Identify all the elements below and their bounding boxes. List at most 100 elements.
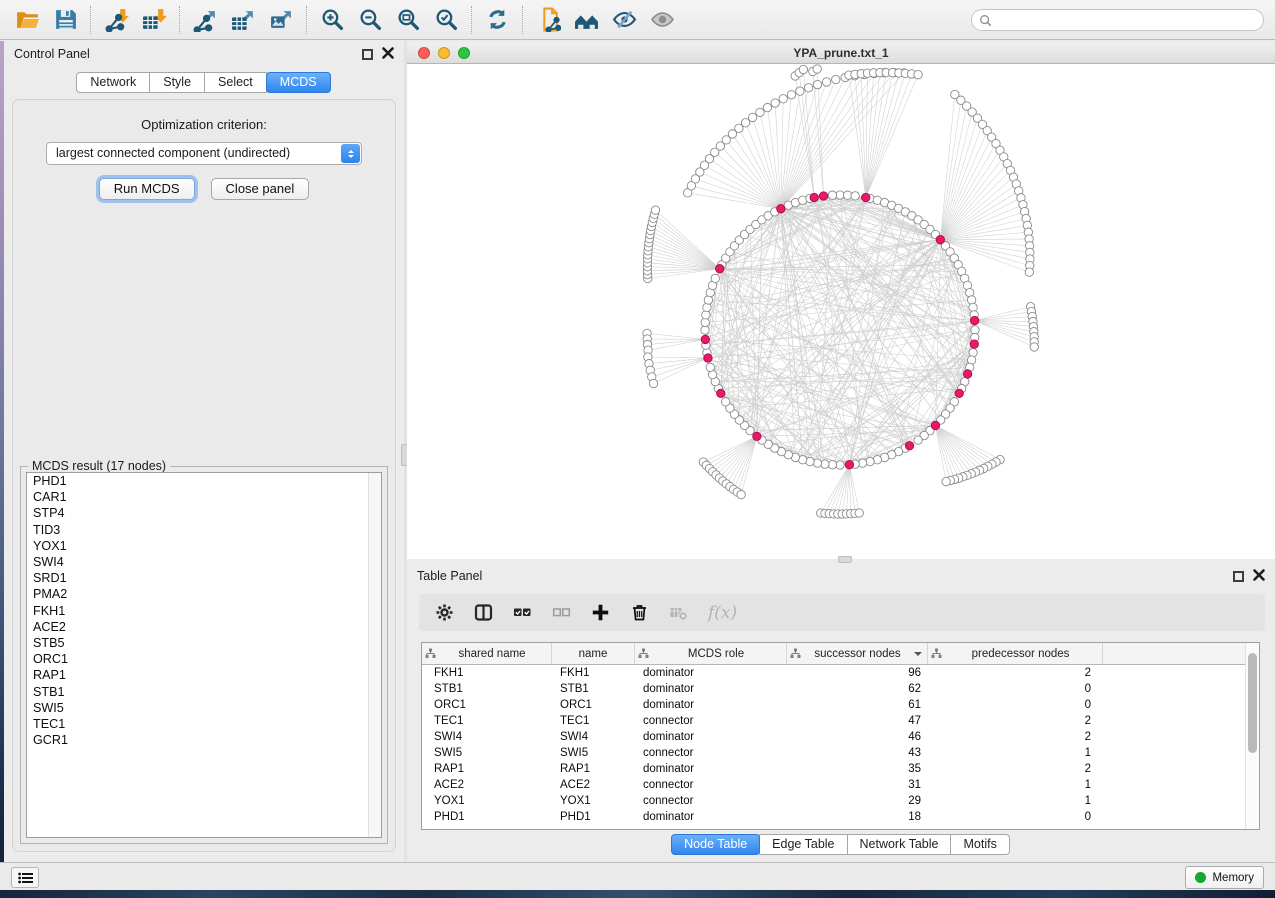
search-icon: [979, 14, 992, 27]
mcds-result-list[interactable]: PHD1CAR1STP4TID3YOX1SWI4SRD1PMA2FKH1ACE2…: [26, 472, 382, 838]
cell-predecessor-nodes: 2: [928, 715, 1103, 727]
tab-mcds[interactable]: MCDS: [266, 72, 331, 93]
deselect-all-button[interactable]: [552, 603, 571, 622]
export-image-button[interactable]: [262, 3, 300, 37]
optimization-criterion-value: largest connected component (undirected): [56, 146, 290, 160]
status-bar: Memory: [0, 862, 1275, 890]
table-row[interactable]: SWI4SWI4dominator462: [422, 729, 1259, 745]
zoom-out-button[interactable]: [351, 3, 389, 37]
node-table[interactable]: shared namenameMCDS rolesuccessor nodesp…: [421, 642, 1260, 830]
close-panel-button[interactable]: Close panel: [211, 178, 310, 200]
deselect-all-icon: [552, 603, 571, 622]
zoom-selected-button[interactable]: [427, 3, 465, 37]
apply-layout-button[interactable]: [478, 3, 516, 37]
tab-network-table[interactable]: Network Table: [847, 834, 952, 855]
mcds-node-item[interactable]: SWI5: [27, 700, 381, 716]
columns-button[interactable]: [474, 603, 493, 622]
mcds-node-item[interactable]: FKH1: [27, 603, 381, 619]
mcds-node-item[interactable]: RAP1: [27, 667, 381, 683]
mcds-node-item[interactable]: SWI4: [27, 554, 381, 570]
mcds-node-item[interactable]: STP4: [27, 505, 381, 521]
tab-motifs[interactable]: Motifs: [950, 834, 1009, 855]
search-input[interactable]: [992, 11, 1263, 29]
mcds-node-item[interactable]: GCR1: [27, 732, 381, 748]
table-row[interactable]: PHD1PHD1dominator180: [422, 809, 1259, 825]
table-row[interactable]: SWI5SWI5connector431: [422, 745, 1259, 761]
cell-predecessor-nodes: 0: [928, 699, 1103, 711]
tab-select[interactable]: Select: [204, 72, 267, 93]
mcds-node-item[interactable]: ACE2: [27, 619, 381, 635]
new-network-from-selection-button[interactable]: [529, 3, 567, 37]
import-table-button[interactable]: [135, 3, 173, 37]
column-header-shared-name[interactable]: shared name: [422, 643, 552, 664]
select-all-button[interactable]: [513, 603, 532, 622]
network-window-titlebar[interactable]: YPA_prune.txt_1: [407, 43, 1275, 64]
network-view-window: YPA_prune.txt_1: [407, 43, 1275, 559]
search-box[interactable]: [971, 9, 1264, 31]
sitemap-icon: [931, 648, 942, 659]
mcds-node-item[interactable]: YOX1: [27, 538, 381, 554]
tab-network[interactable]: Network: [76, 72, 150, 93]
mcds-result-scrollbar[interactable]: [368, 473, 381, 837]
mcds-node-item[interactable]: STB1: [27, 684, 381, 700]
hide-selected-button[interactable]: [605, 3, 643, 37]
cell-successor-nodes: 47: [787, 715, 928, 727]
mcds-node-item[interactable]: CAR1: [27, 489, 381, 505]
table-row[interactable]: ACE2ACE2connector311: [422, 777, 1259, 793]
mcds-node-item[interactable]: STB5: [27, 635, 381, 651]
column-header-successor-nodes[interactable]: successor nodes: [787, 643, 928, 664]
table-row[interactable]: FKH1FKH1dominator962: [422, 665, 1259, 681]
save-button[interactable]: [46, 3, 84, 37]
add-button[interactable]: [591, 603, 610, 622]
horizontal-splitter-handle[interactable]: [838, 556, 852, 563]
show-all-button[interactable]: [643, 3, 681, 37]
tab-edge-table[interactable]: Edge Table: [759, 834, 847, 855]
column-header-predecessor-nodes[interactable]: predecessor nodes: [928, 643, 1103, 664]
float-window-icon[interactable]: [362, 49, 373, 60]
mcds-node-item[interactable]: PMA2: [27, 586, 381, 602]
tab-style[interactable]: Style: [149, 72, 205, 93]
export-network-button[interactable]: [186, 3, 224, 37]
cell-MCDS-role: connector: [635, 779, 787, 791]
sitemap-icon: [425, 648, 436, 659]
table-row[interactable]: YOX1YOX1connector291: [422, 793, 1259, 809]
mcds-node-item[interactable]: PHD1: [27, 473, 381, 489]
table-row[interactable]: ORC1ORC1dominator610: [422, 697, 1259, 713]
cell-MCDS-role: dominator: [635, 763, 787, 775]
run-mcds-button[interactable]: Run MCDS: [99, 178, 195, 200]
cell-shared-name: FKH1: [422, 667, 552, 679]
open-button[interactable]: [8, 3, 46, 37]
table-row[interactable]: TEC1TEC1connector472: [422, 713, 1259, 729]
task-history-button[interactable]: [11, 867, 39, 888]
network-canvas[interactable]: [407, 64, 1275, 558]
optimization-criterion-select[interactable]: largest connected component (undirected): [46, 142, 362, 165]
tab-node-table[interactable]: Node Table: [671, 834, 760, 855]
zoom-fit-button[interactable]: [389, 3, 427, 37]
column-header-MCDS-role[interactable]: MCDS role: [635, 643, 787, 664]
mcds-node-item[interactable]: TID3: [27, 522, 381, 538]
close-panel-icon[interactable]: [382, 47, 394, 62]
table-row[interactable]: RAP1RAP1dominator352: [422, 761, 1259, 777]
mcds-node-item[interactable]: TEC1: [27, 716, 381, 732]
cell-predecessor-nodes: 2: [928, 731, 1103, 743]
zoom-in-button[interactable]: [313, 3, 351, 37]
mcds-node-item[interactable]: ORC1: [27, 651, 381, 667]
cell-shared-name: TEC1: [422, 715, 552, 727]
mcds-node-item[interactable]: SRD1: [27, 570, 381, 586]
node-table-scroll-thumb[interactable]: [1248, 653, 1257, 753]
memory-button[interactable]: Memory: [1185, 866, 1264, 889]
gear-button[interactable]: [435, 603, 454, 622]
table-row[interactable]: STB1STB1dominator620: [422, 681, 1259, 697]
import-network-button[interactable]: [97, 3, 135, 37]
table-toolbar: f(x): [419, 594, 1265, 631]
close-table-panel-icon[interactable]: [1253, 569, 1265, 584]
cell-MCDS-role: dominator: [635, 683, 787, 695]
column-header-name[interactable]: name: [552, 643, 635, 664]
export-image-icon: [269, 7, 294, 32]
node-table-scrollbar[interactable]: [1245, 643, 1259, 829]
first-neighbors-button[interactable]: [567, 3, 605, 37]
delete-button[interactable]: [630, 603, 649, 622]
export-table-button[interactable]: [224, 3, 262, 37]
float-table-panel-icon[interactable]: [1233, 571, 1244, 582]
cell-shared-name: SWI4: [422, 731, 552, 743]
